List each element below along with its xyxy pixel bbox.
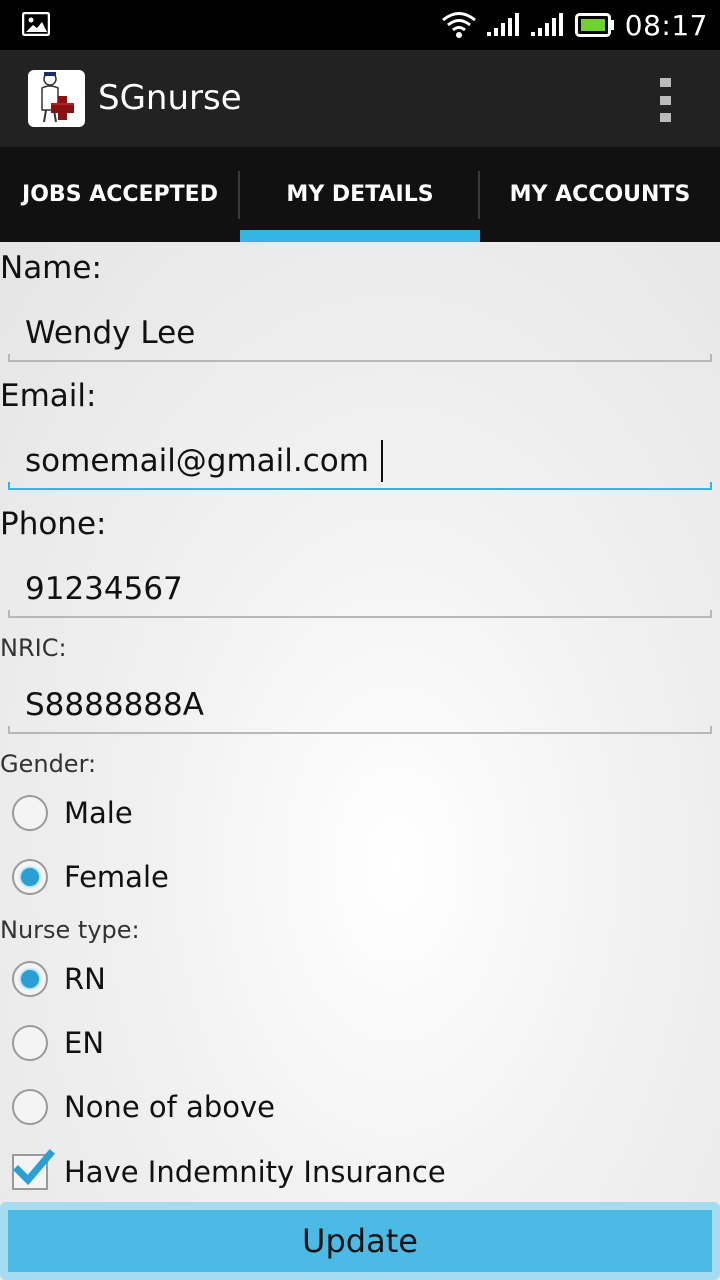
- tab-label: JOBS ACCEPTED: [22, 182, 218, 207]
- name-input[interactable]: [8, 306, 712, 360]
- radio-button[interactable]: [12, 795, 48, 831]
- app-title: SGnurse: [98, 78, 242, 118]
- overflow-menu-icon[interactable]: [650, 78, 680, 122]
- checkbox-label: Have Indemnity Insurance: [64, 1155, 446, 1189]
- signal-icon: [530, 13, 563, 36]
- phone-input[interactable]: [8, 562, 712, 616]
- email-label: Email:: [0, 378, 97, 414]
- tab-my-details[interactable]: MY DETAILS: [240, 147, 480, 242]
- radio-button[interactable]: [12, 1089, 48, 1125]
- radio-button-checked[interactable]: [12, 859, 48, 895]
- nurse-type-label: Nurse type:: [0, 916, 140, 944]
- phone-label: Phone:: [0, 506, 107, 542]
- update-button[interactable]: Update: [8, 1210, 712, 1272]
- email-input[interactable]: [8, 434, 712, 488]
- clock: 08:17: [624, 8, 708, 42]
- checkbox-checked[interactable]: [12, 1149, 55, 1190]
- battery-icon: [574, 13, 614, 37]
- details-form: Name: Email: Phone: NRIC: Gender: Male F…: [0, 242, 720, 1280]
- radio-button[interactable]: [12, 1025, 48, 1061]
- radio-label: None of above: [64, 1090, 275, 1124]
- tab-jobs-accepted[interactable]: JOBS ACCEPTED: [0, 147, 240, 242]
- gallery-icon: [22, 12, 50, 36]
- radio-button-checked[interactable]: [12, 961, 48, 997]
- radio-label: Female: [64, 860, 169, 894]
- tab-bar: JOBS ACCEPTED MY DETAILS MY ACCOUNTS: [0, 147, 720, 242]
- indemnity-insurance-option[interactable]: Have Indemnity Insurance: [12, 1147, 446, 1197]
- status-bar: 08:17: [0, 0, 720, 50]
- email-field[interactable]: [8, 434, 712, 490]
- nric-field[interactable]: [8, 678, 712, 734]
- text-cursor: [381, 440, 383, 482]
- phone-field[interactable]: [8, 562, 712, 618]
- tab-active-indicator: [240, 230, 480, 242]
- nurse-type-option-en[interactable]: EN: [12, 1020, 104, 1066]
- tab-my-accounts[interactable]: MY ACCOUNTS: [480, 147, 720, 242]
- gender-option-male[interactable]: Male: [12, 790, 133, 836]
- radio-label: EN: [64, 1026, 105, 1060]
- name-field[interactable]: [8, 306, 712, 362]
- nurse-type-option-rn[interactable]: RN: [12, 956, 106, 1002]
- radio-label: RN: [64, 962, 106, 996]
- wifi-icon: [441, 12, 476, 38]
- action-bar: SGnurse: [0, 50, 720, 147]
- name-label: Name:: [0, 250, 102, 286]
- update-button-focus-ring: Update: [0, 1202, 720, 1280]
- nric-input[interactable]: [8, 678, 712, 732]
- radio-label: Male: [64, 796, 133, 830]
- nurse-type-option-none[interactable]: None of above: [12, 1084, 275, 1130]
- gender-option-female[interactable]: Female: [12, 854, 169, 900]
- signal-icon: [486, 13, 519, 36]
- tab-label: MY DETAILS: [286, 182, 434, 207]
- tab-label: MY ACCOUNTS: [509, 182, 691, 207]
- checkmark-icon: [13, 1149, 55, 1186]
- nric-label: NRIC:: [0, 634, 67, 662]
- gender-label: Gender:: [0, 750, 97, 778]
- nurse-logo-icon[interactable]: [28, 70, 85, 127]
